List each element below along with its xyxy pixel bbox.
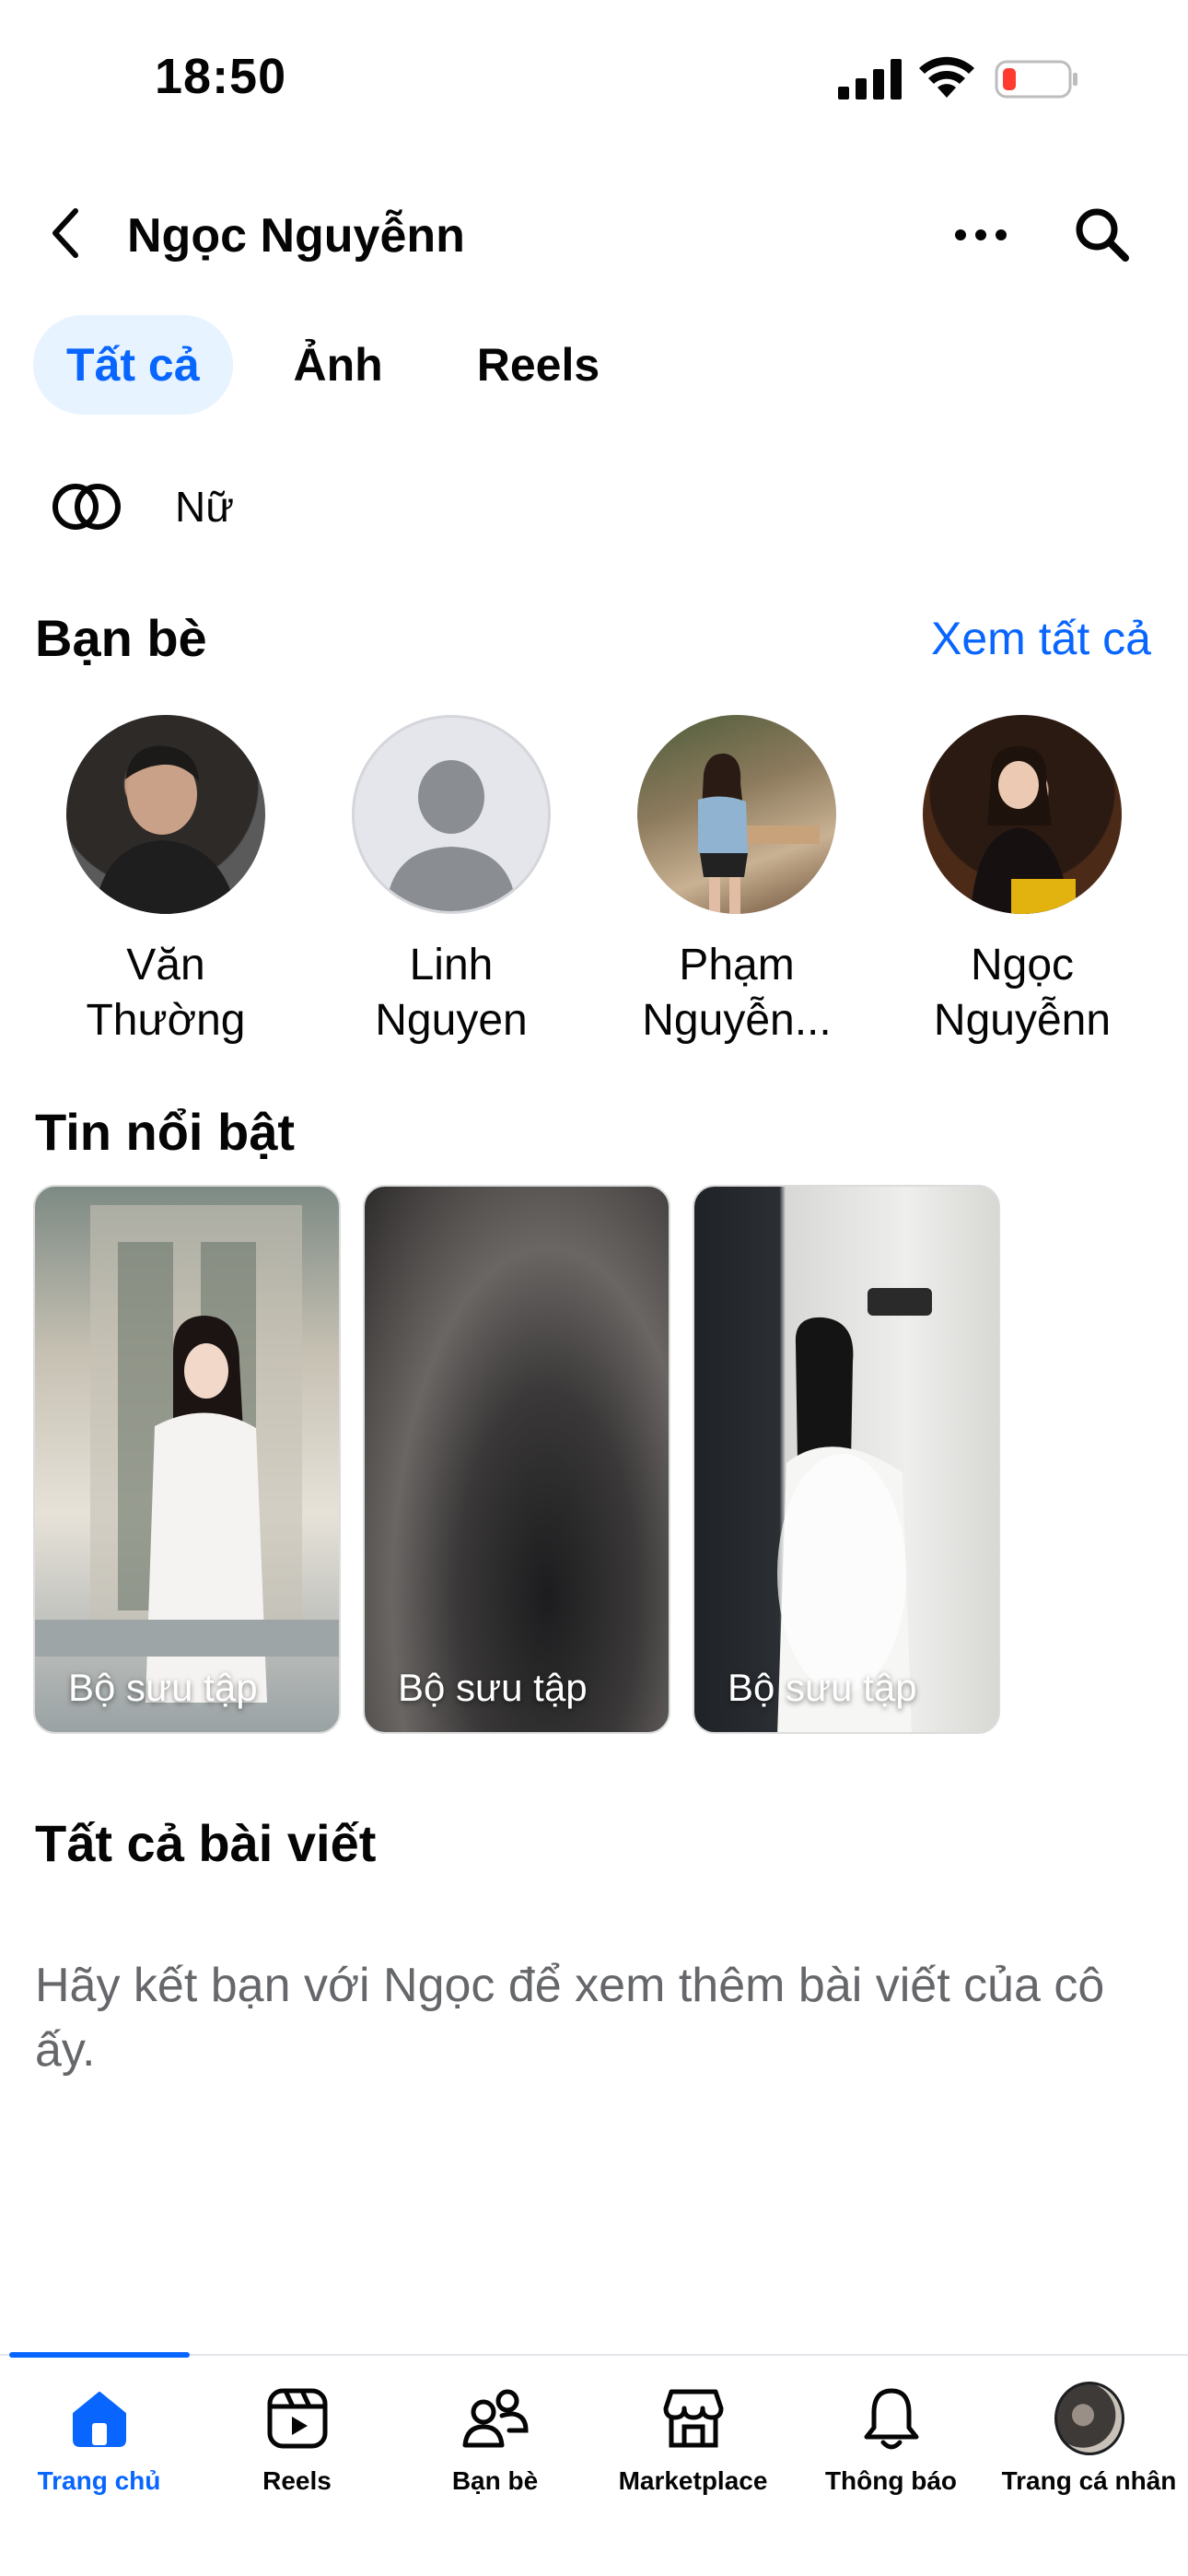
profile-header: Ngọc Nguyễnn (0, 184, 1188, 286)
nav-label: Marketplace (618, 2466, 768, 2495)
nav-label: Reels (262, 2466, 332, 2495)
friend-avatar[interactable] (352, 715, 551, 914)
tab-reels[interactable]: Reels (444, 315, 633, 415)
cellular-signal-icon (838, 59, 902, 100)
nav-label: Trang chủ (37, 2466, 161, 2495)
home-icon (72, 2392, 126, 2447)
nav-label: Thông báo (824, 2466, 958, 2495)
friend-name: Ngọc Nguyễnn (933, 941, 1112, 1045)
highlight-label: Bộ sưu tập (68, 1666, 258, 1709)
friend-avatar[interactable] (923, 715, 1122, 914)
posts-section-title: Tất cả bài viết (35, 1814, 377, 1872)
nav-reels[interactable]: Reels (198, 2383, 396, 2496)
highlight-card[interactable]: Bộ sưu tập (693, 1185, 1000, 1734)
nav-notifications[interactable]: Thông báo (792, 2383, 990, 2496)
profile-page: 18:50 Ngọc Nguyễnn Tất cả Ảnh Reels Nữ B… (0, 0, 1188, 2576)
active-tab-indicator (9, 2352, 190, 2358)
see-all-friends-link[interactable]: Xem tất cả (931, 612, 1151, 665)
nav-friends[interactable]: Bạn bè (396, 2383, 594, 2496)
chevron-left-icon (52, 208, 78, 258)
gender-rings-icon (52, 484, 121, 530)
highlight-label: Bộ sưu tập (398, 1666, 588, 1709)
more-options-button[interactable] (949, 205, 1013, 265)
highlight-card[interactable]: Bộ sưu tập (33, 1185, 341, 1734)
friend-item[interactable]: Ngọc Nguyễnn (884, 715, 1160, 1048)
friend-item[interactable]: Văn Thường (28, 715, 304, 1048)
tab-all[interactable]: Tất cả (33, 315, 233, 415)
friend-avatar[interactable] (637, 715, 836, 914)
status-bar: 18:50 (0, 0, 1188, 157)
back-button[interactable] (37, 201, 92, 265)
profile-avatar (1054, 2382, 1124, 2455)
nav-label: Bạn bè (451, 2466, 539, 2495)
person-photo (698, 753, 820, 914)
highlights-section-title: Tin nổi bật (35, 1103, 296, 1161)
wifi-icon (919, 56, 974, 98)
search-button[interactable] (1068, 201, 1135, 267)
gender-label: Nữ (175, 483, 235, 531)
nav-marketplace[interactable]: Marketplace (594, 2383, 792, 2496)
profile-name: Ngọc Nguyễnn (127, 209, 465, 263)
friend-name: Văn Thường (86, 941, 246, 1045)
nav-home[interactable]: Trang chủ (0, 2383, 198, 2496)
highlight-photo (35, 1205, 339, 1703)
gender-info: Nữ (52, 470, 234, 544)
battery-low-icon (995, 60, 1077, 99)
posts-empty-message: Hãy kết bạn với Ngọc để xem thêm bài viế… (35, 1959, 1105, 2077)
person-photo (971, 746, 1076, 914)
highlight-photo (777, 1288, 932, 1732)
friend-item[interactable]: Linh Nguyen (313, 715, 589, 1048)
default-avatar-icon (386, 760, 517, 911)
friends-section-title: Bạn bè (35, 609, 207, 667)
friend-item[interactable]: Phạm Nguyễn... (599, 715, 875, 1048)
reels-icon (267, 2388, 327, 2449)
search-icon (1076, 208, 1129, 262)
highlight-card[interactable]: Bộ sưu tập (363, 1185, 670, 1734)
bell-icon (864, 2388, 918, 2450)
nav-profile[interactable]: Trang cá nhân (990, 2382, 1188, 2496)
friend-avatar[interactable] (66, 715, 265, 914)
highlights-list: Bộ sưu tập Bộ sưu tập Bộ sưu tập (33, 1185, 1000, 1734)
bottom-navigation: Trang chủ Reels Bạn bè Marketplace Thông… (0, 2352, 1188, 2576)
tab-photos[interactable]: Ảnh (261, 315, 416, 415)
person-photo (94, 745, 238, 914)
friends-list: Văn Thường Linh Nguyen Phạm Nguyễn... Ng… (0, 715, 1188, 1047)
friend-name: Phạm Nguyễn... (642, 941, 832, 1045)
nav-label: Trang cá nhân (1001, 2466, 1177, 2495)
friends-icon (462, 2389, 529, 2448)
friend-name: Linh Nguyen (375, 941, 528, 1045)
more-dots-icon (955, 229, 1007, 240)
marketplace-icon (663, 2389, 723, 2448)
profile-tabs: Tất cả Ảnh Reels (33, 315, 633, 416)
highlight-label: Bộ sưu tập (728, 1666, 917, 1709)
status-time: 18:50 (155, 49, 287, 104)
